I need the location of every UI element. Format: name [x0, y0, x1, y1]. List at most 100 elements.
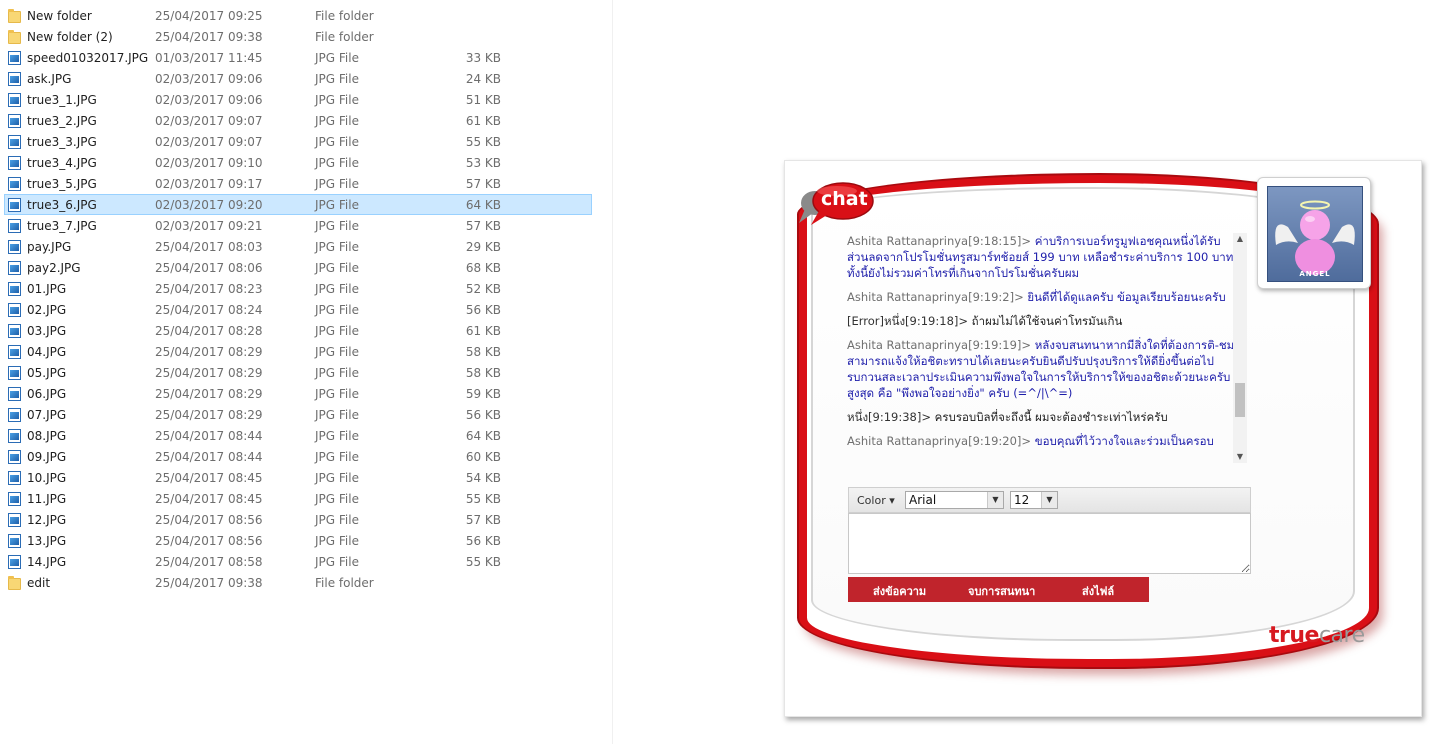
file-row[interactable]: 07.JPG 25/04/2017 08:29 JPG File 56 KB [4, 404, 592, 425]
file-row[interactable]: 03.JPG 25/04/2017 08:28 JPG File 61 KB [4, 320, 592, 341]
file-name: true3_3.JPG [27, 135, 97, 149]
chevron-down-icon[interactable]: ▼ [1041, 492, 1057, 508]
file-row[interactable]: 01.JPG 25/04/2017 08:23 JPG File 52 KB [4, 278, 592, 299]
file-row[interactable]: pay2.JPG 25/04/2017 08:06 JPG File 68 KB [4, 257, 592, 278]
chat-message: Ashita Rattanaprinya[9:19:2]> ยินดีที่ได… [847, 289, 1239, 305]
image-file-icon [8, 282, 21, 296]
file-date: 02/03/2017 09:21 [155, 219, 263, 233]
logo-true-text: true [1269, 623, 1319, 648]
file-size: 56 KB [465, 408, 501, 422]
scroll-down-arrow-icon[interactable]: ▼ [1233, 451, 1247, 463]
image-file-icon [8, 408, 21, 422]
file-name: true3_2.JPG [27, 114, 97, 128]
send-message-button[interactable]: ส่งข้อความ [873, 582, 926, 600]
file-size: 59 KB [465, 387, 501, 401]
file-type: JPG File [315, 429, 359, 443]
chat-scrollbar[interactable]: ▲ ▼ [1233, 233, 1247, 463]
image-file-icon [8, 450, 21, 464]
file-date: 02/03/2017 09:17 [155, 177, 263, 191]
file-type: JPG File [315, 282, 359, 296]
image-file-icon [8, 93, 21, 107]
file-date: 25/04/2017 08:23 [155, 282, 263, 296]
file-type: JPG File [315, 534, 359, 548]
file-type: JPG File [315, 324, 359, 338]
file-row[interactable]: 04.JPG 25/04/2017 08:29 JPG File 58 KB [4, 341, 592, 362]
file-size: 24 KB [465, 72, 501, 86]
file-row[interactable]: 02.JPG 25/04/2017 08:24 JPG File 56 KB [4, 299, 592, 320]
file-row[interactable]: edit 25/04/2017 09:38 File folder [4, 572, 592, 593]
scroll-up-arrow-icon[interactable]: ▲ [1233, 233, 1247, 245]
send-file-button[interactable]: ส่งไฟล์ [1082, 582, 1114, 600]
file-type: JPG File [315, 114, 359, 128]
message-author: Ashita Rattanaprinya[9:18:15]> [847, 234, 1032, 248]
file-row[interactable]: true3_5.JPG 02/03/2017 09:17 JPG File 57 KB [4, 173, 592, 194]
file-row[interactable]: 11.JPG 25/04/2017 08:45 JPG File 55 KB [4, 488, 592, 509]
font-size-select[interactable]: 12 ▼ [1010, 491, 1058, 509]
file-name: true3_7.JPG [27, 219, 97, 233]
file-date: 25/04/2017 08:29 [155, 366, 263, 380]
file-date: 25/04/2017 08:56 [155, 534, 263, 548]
file-date: 25/04/2017 08:29 [155, 408, 263, 422]
file-date: 01/03/2017 11:45 [155, 51, 263, 65]
file-row[interactable]: 14.JPG 25/04/2017 08:58 JPG File 55 KB [4, 551, 592, 572]
image-file-icon [8, 534, 21, 548]
image-file-icon [8, 513, 21, 527]
file-size: 68 KB [465, 261, 501, 275]
file-row[interactable]: true3_1.JPG 02/03/2017 09:06 JPG File 51 KB [4, 89, 592, 110]
file-row[interactable]: 09.JPG 25/04/2017 08:44 JPG File 60 KB [4, 446, 592, 467]
file-type: JPG File [315, 408, 359, 422]
file-row[interactable]: New folder (2) 25/04/2017 09:38 File folde… [4, 26, 592, 47]
file-size: 53 KB [465, 156, 501, 170]
file-row[interactable]: true3_6.JPG 02/03/2017 09:20 JPG File 64 KB [4, 194, 592, 215]
file-name: 07.JPG [27, 408, 67, 422]
chat-message: Ashita Rattanaprinya[9:19:20]> ขอบคุณที่… [847, 433, 1239, 449]
file-row[interactable]: true3_7.JPG 02/03/2017 09:21 JPG File 57 KB [4, 215, 592, 236]
file-type: JPG File [315, 303, 359, 317]
chat-action-bar: ส่งข้อความ จบการสนทนา ส่งไฟล์ [848, 577, 1149, 602]
folder-icon [8, 30, 21, 44]
font-family-select[interactable]: Arial ▼ [905, 491, 1004, 509]
file-row[interactable]: 06.JPG 25/04/2017 08:29 JPG File 59 KB [4, 383, 592, 404]
file-date: 02/03/2017 09:06 [155, 72, 263, 86]
file-row[interactable]: 08.JPG 25/04/2017 08:44 JPG File 64 KB [4, 425, 592, 446]
image-file-icon [8, 177, 21, 191]
image-file-icon [8, 471, 21, 485]
file-row[interactable]: ask.JPG 02/03/2017 09:06 JPG File 24 KB [4, 68, 592, 89]
file-type: JPG File [315, 450, 359, 464]
file-name: 09.JPG [27, 450, 67, 464]
file-row[interactable]: speed01032017.JPG 01/03/2017 11:45 JPG Fil… [4, 47, 592, 68]
truecare-logo: truecare [1269, 623, 1365, 648]
end-chat-button[interactable]: จบการสนทนา [968, 582, 1035, 600]
file-size: 55 KB [465, 135, 501, 149]
file-row[interactable]: true3_3.JPG 02/03/2017 09:07 JPG File 55 KB [4, 131, 592, 152]
file-row[interactable]: 12.JPG 25/04/2017 08:56 JPG File 57 KB [4, 509, 592, 530]
file-type: JPG File [315, 240, 359, 254]
file-row[interactable]: 10.JPG 25/04/2017 08:45 JPG File 54 KB [4, 467, 592, 488]
message-text: ถ้าผมไม่ได้ใช้จนค่าโทรมันเกิน [971, 314, 1123, 328]
file-row[interactable]: New folder 25/04/2017 09:25 File folder [4, 5, 592, 26]
file-type: JPG File [315, 177, 359, 191]
color-picker-button[interactable]: Color ▾ [857, 494, 895, 507]
file-row[interactable]: pay.JPG 25/04/2017 08:03 JPG File 29 KB [4, 236, 592, 257]
image-file-icon [8, 387, 21, 401]
file-size: 64 KB [465, 429, 501, 443]
file-date: 25/04/2017 08:56 [155, 513, 263, 527]
file-type: JPG File [315, 93, 359, 107]
file-row[interactable]: 05.JPG 25/04/2017 08:29 JPG File 58 KB [4, 362, 592, 383]
file-size: 57 KB [465, 177, 501, 191]
message-input[interactable] [848, 513, 1251, 574]
file-name: true3_6.JPG [27, 198, 97, 212]
image-file-icon [8, 366, 21, 380]
image-file-icon [8, 72, 21, 86]
image-file-icon [8, 555, 21, 569]
file-size: 64 KB [465, 198, 501, 212]
file-row[interactable]: 13.JPG 25/04/2017 08:56 JPG File 56 KB [4, 530, 592, 551]
agent-avatar-frame: ANGEL [1257, 177, 1371, 289]
chevron-down-icon[interactable]: ▼ [987, 492, 1003, 508]
file-row[interactable]: true3_2.JPG 02/03/2017 09:07 JPG File 61 KB [4, 110, 592, 131]
file-row[interactable]: true3_4.JPG 02/03/2017 09:10 JPG File 53 KB [4, 152, 592, 173]
file-name: 14.JPG [27, 555, 67, 569]
scrollbar-thumb[interactable] [1235, 383, 1245, 417]
image-file-icon [8, 135, 21, 149]
file-date: 25/04/2017 09:38 [155, 30, 263, 44]
